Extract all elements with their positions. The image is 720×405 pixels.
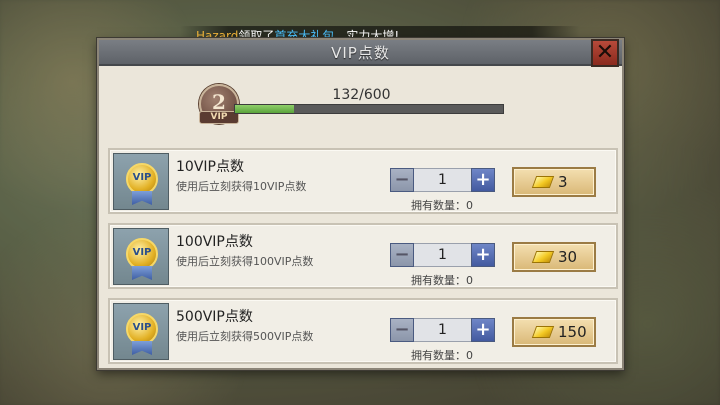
item-icon-frame: VIP [113, 153, 169, 210]
vip-badge-label: VIP [199, 111, 239, 124]
medal-ribbon-icon [132, 341, 152, 355]
item-icon-frame: VIP [113, 228, 169, 285]
buy-button[interactable]: 150 [512, 317, 596, 347]
medal-ribbon-icon [132, 266, 152, 280]
vip-progress-fill [235, 105, 294, 113]
list-item: VIP 10VIP点数 使用后立刻获得10VIP点数 − 1 + 拥有数量：0 … [108, 148, 618, 214]
item-description: 使用后立刻获得500VIP点数 [176, 330, 314, 343]
owned-count: 拥有数量：0 [411, 274, 473, 287]
item-description: 使用后立刻获得10VIP点数 [176, 180, 307, 193]
price-label: 30 [558, 248, 578, 266]
owned-count: 拥有数量：0 [411, 199, 473, 212]
decrease-button[interactable]: − [390, 243, 414, 267]
list-item: VIP 500VIP点数 使用后立刻获得500VIP点数 − 1 + 拥有数量：… [108, 298, 618, 364]
owned-count: 拥有数量：0 [411, 349, 473, 362]
price-label: 150 [558, 323, 587, 341]
vip-medal-icon: VIP [126, 238, 158, 270]
dialog-title: VIP点数 [331, 44, 390, 62]
vip-progress-text: 132/600 [332, 87, 391, 103]
decrease-button[interactable]: − [390, 318, 414, 342]
vip-points-dialog: VIP点数 ✕ 2 VIP 132/600 VIP 10VIP点数 使用后立刻获… [97, 38, 624, 370]
quantity-value[interactable]: 1 [414, 318, 471, 342]
vip-medal-icon: VIP [126, 313, 158, 345]
gold-ingot-icon [531, 326, 555, 338]
medal-ribbon-icon [132, 191, 152, 205]
item-name: 10VIP点数 [176, 159, 244, 175]
buy-button[interactable]: 3 [512, 167, 596, 197]
decrease-button[interactable]: − [390, 168, 414, 192]
quantity-value[interactable]: 1 [414, 243, 471, 267]
item-name: 100VIP点数 [176, 234, 253, 250]
item-description: 使用后立刻获得100VIP点数 [176, 255, 314, 268]
gold-ingot-icon [531, 251, 555, 263]
quantity-stepper: − 1 + [390, 168, 495, 192]
increase-button[interactable]: + [471, 168, 495, 192]
increase-button[interactable]: + [471, 318, 495, 342]
close-icon: ✕ [595, 40, 615, 65]
vip-progress-bar [234, 104, 504, 114]
list-item: VIP 100VIP点数 使用后立刻获得100VIP点数 − 1 + 拥有数量：… [108, 223, 618, 289]
quantity-stepper: − 1 + [390, 243, 495, 267]
increase-button[interactable]: + [471, 243, 495, 267]
gold-ingot-icon [531, 176, 555, 188]
item-name: 500VIP点数 [176, 309, 253, 325]
close-button[interactable]: ✕ [591, 39, 619, 67]
buy-button[interactable]: 30 [512, 242, 596, 272]
dialog-titlebar: VIP点数 ✕ [99, 39, 622, 67]
quantity-value[interactable]: 1 [414, 168, 471, 192]
vip-medal-icon: VIP [126, 163, 158, 195]
quantity-stepper: − 1 + [390, 318, 495, 342]
price-label: 3 [558, 173, 568, 191]
item-icon-frame: VIP [113, 303, 169, 360]
